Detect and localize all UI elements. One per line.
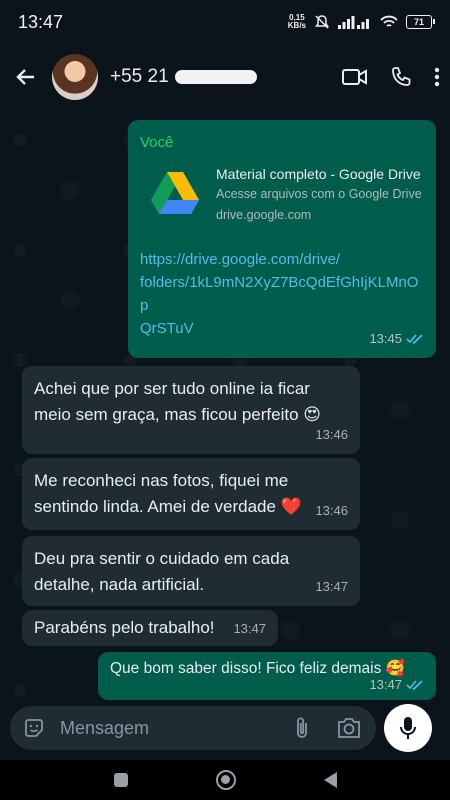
contact-phone: +55 21 [110, 66, 169, 87]
chat-header: +55 21 [0, 44, 450, 110]
message-composer: Mensagem [10, 706, 376, 750]
mic-button[interactable] [384, 704, 432, 752]
shared-link-line: https://drive.google.com/drive/ [140, 251, 341, 268]
back-button[interactable] [0, 44, 52, 110]
chat-area[interactable]: Você Material completo - Google Drive Ac… [0, 110, 450, 700]
message-line: Me reconheci nas fotos, fiquei me [34, 471, 289, 490]
link-preview-title: Material completo - Google Drive [216, 166, 421, 182]
sticker-icon[interactable] [22, 716, 46, 740]
status-time: 13:47 [18, 11, 64, 32]
google-drive-icon [151, 172, 199, 214]
link-preview-text: Material completo - Google Drive Acesse … [216, 164, 422, 226]
back-arrow-icon [16, 69, 34, 85]
recent-apps-button[interactable] [113, 773, 128, 787]
message-bubble-outgoing[interactable]: Que bom saber disso! Fico feliz demais 🥰… [98, 652, 436, 700]
network-speed-unit: KB/s [287, 21, 306, 30]
message-bubble-incoming[interactable]: Deu pra sentir o cuidado em cada detalhe… [22, 536, 360, 606]
status-bar: 13:47 0,15 KB/s 71 [0, 0, 450, 44]
mic-icon [400, 717, 416, 739]
message-line: Achei que por ser tudo online ia ficar [34, 379, 310, 398]
phone-icon[interactable] [390, 66, 412, 88]
message-bubble-incoming[interactable]: Me reconheci nas fotos, fiquei me sentin… [22, 458, 360, 530]
message-line: Deu pra sentir o cuidado em cada [34, 549, 290, 568]
battery-indicator: 71 [406, 15, 435, 29]
system-back-button[interactable] [323, 772, 337, 788]
double-check-icon [406, 334, 423, 344]
redacted-number [174, 70, 257, 84]
message-time: 13:46 [315, 503, 348, 518]
message-line: meio sem graça, mas ficou perfeito 😍 [34, 405, 321, 424]
network-speed: 0,15 KB/s [288, 14, 306, 30]
message-time: 13:45 [369, 326, 424, 352]
message-line: sentindo linda. Amei de verdade ❤️ [34, 497, 302, 516]
message-time: 13:46 [315, 427, 348, 442]
avatar[interactable] [52, 54, 98, 100]
double-check-icon [406, 680, 423, 690]
message-time-label: 13:45 [369, 331, 402, 346]
system-nav-bar [0, 760, 450, 800]
sender-name: Você [140, 134, 174, 151]
contact-name[interactable]: +55 21 [110, 66, 257, 88]
camera-icon[interactable] [336, 717, 362, 739]
shared-link-line: folders/1kL9mN2XyZ7BcQdEfGhIjKLMnOp [140, 274, 419, 314]
message-time-label: 13:47 [369, 677, 402, 692]
wifi-icon [380, 15, 398, 27]
more-vert-icon[interactable] [434, 67, 440, 87]
link-preview-domain: drive.google.com [216, 208, 312, 222]
signal-icon [338, 16, 369, 29]
message-bubble-incoming[interactable]: Achei que por ser tudo online ia ficar m… [22, 366, 360, 454]
mute-icon [315, 15, 329, 29]
message-line: detalhe, nada artificial. [34, 575, 205, 594]
status-icons: 0,15 KB/s 71 [288, 14, 435, 30]
header-actions [342, 44, 440, 110]
message-bubble-outgoing[interactable]: Você Material completo - Google Drive Ac… [128, 120, 436, 358]
attach-icon[interactable] [294, 716, 310, 740]
message-time: 13:47 [369, 672, 424, 698]
message-input[interactable]: Mensagem [60, 718, 294, 739]
message-time: 13:47 [233, 621, 266, 636]
message-time: 13:47 [315, 579, 348, 594]
link-preview-card[interactable]: Material completo - Google Drive Acesse … [140, 164, 424, 226]
message-line: Parabéns pelo trabalho! [34, 618, 215, 637]
link-preview-description: Acesse arquivos com o Google Drive [216, 187, 422, 201]
home-button[interactable] [215, 770, 236, 790]
message-bubble-incoming[interactable]: Parabéns pelo trabalho! 13:47 [22, 610, 278, 646]
video-call-icon[interactable] [342, 68, 368, 86]
